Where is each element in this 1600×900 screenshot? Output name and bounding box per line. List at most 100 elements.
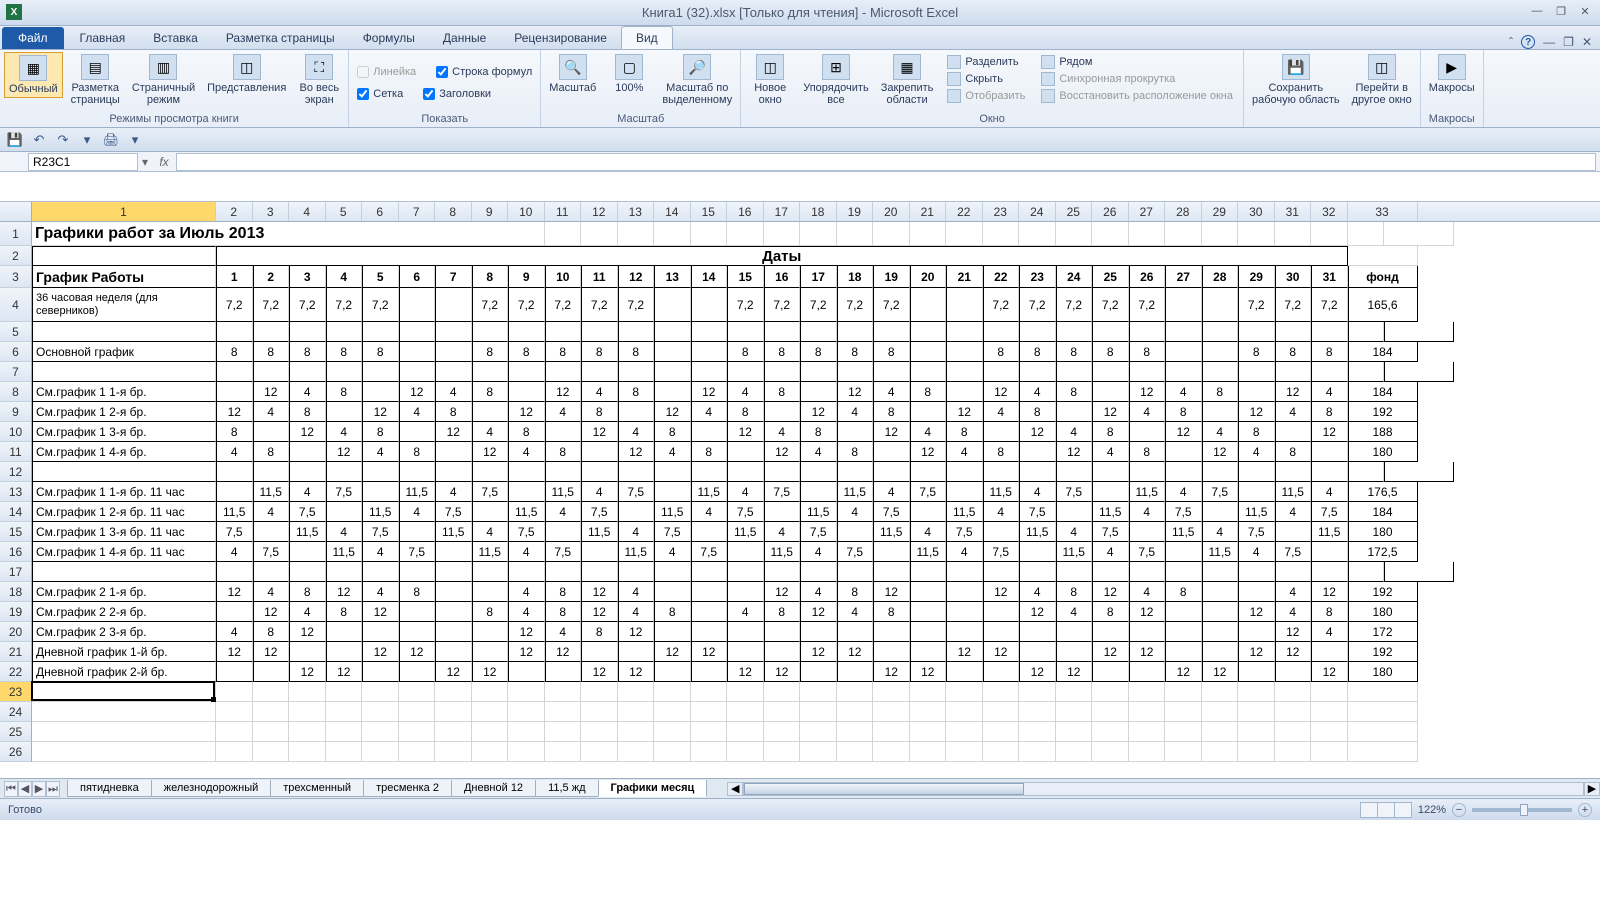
cell[interactable] [1092, 562, 1129, 582]
cell[interactable] [289, 642, 326, 662]
cell[interactable]: 7,2 [581, 288, 618, 322]
column-header[interactable]: 23 [983, 202, 1020, 221]
cell[interactable] [399, 622, 436, 642]
cell[interactable] [216, 382, 253, 402]
formula-bar-checkbox[interactable]: Строка формул [432, 64, 536, 80]
zoom-level[interactable]: 122% [1418, 804, 1446, 816]
cell[interactable]: 8 [1092, 342, 1129, 362]
cell[interactable] [618, 722, 655, 742]
cell[interactable] [1238, 482, 1275, 502]
cell[interactable]: Даты [216, 246, 1348, 266]
cell[interactable]: 12 [764, 662, 801, 682]
cell[interactable] [764, 742, 801, 762]
cell[interactable] [1019, 462, 1056, 482]
cell[interactable]: 12 [435, 422, 472, 442]
undo-icon[interactable]: ↶ [30, 131, 48, 149]
cell[interactable] [362, 322, 399, 342]
cell[interactable]: 12 [1092, 642, 1129, 662]
cell[interactable]: 8 [764, 602, 801, 622]
cell[interactable]: 4 [1165, 382, 1202, 402]
cell[interactable]: 4 [1311, 382, 1348, 402]
cell[interactable]: 12 [435, 662, 472, 682]
cell[interactable] [1275, 222, 1312, 246]
cell[interactable] [1019, 682, 1056, 702]
cell[interactable]: 8 [581, 342, 618, 362]
cell[interactable]: 11,5 [1275, 482, 1312, 502]
cell[interactable] [326, 362, 363, 382]
cell[interactable] [1275, 362, 1312, 382]
cell[interactable]: 176,5 [1348, 482, 1418, 502]
cell[interactable]: 4 [1311, 482, 1348, 502]
cell[interactable] [545, 662, 582, 682]
cell[interactable]: 7,5 [1311, 502, 1348, 522]
cell[interactable]: 4 [1238, 542, 1275, 562]
cell[interactable] [1202, 342, 1239, 362]
cell[interactable]: 12 [654, 402, 691, 422]
cell[interactable] [873, 642, 910, 662]
arrange-all-button[interactable]: ⊞Упорядочить все [799, 52, 872, 108]
cell[interactable] [435, 622, 472, 642]
cell[interactable]: 8 [545, 582, 582, 602]
cell[interactable]: 7,2 [727, 288, 764, 322]
row-header[interactable]: 20 [0, 622, 32, 642]
column-header[interactable]: 22 [946, 202, 983, 221]
cell[interactable] [727, 362, 764, 382]
freeze-panes-button[interactable]: ▦Закрепить области [877, 52, 938, 108]
workbook-minimize-icon[interactable]: — [1543, 35, 1555, 49]
cell[interactable]: 12 [764, 442, 801, 462]
cell[interactable] [691, 362, 728, 382]
cell[interactable]: 8 [1019, 402, 1056, 422]
cell[interactable]: 12 [1275, 622, 1312, 642]
cell[interactable]: 12 [618, 622, 655, 642]
cell[interactable]: 4 [362, 542, 399, 562]
cell[interactable] [910, 702, 947, 722]
workbook-restore-icon[interactable]: ❐ [1563, 35, 1574, 49]
cell[interactable] [1019, 702, 1056, 722]
cell[interactable]: 188 [1348, 422, 1418, 442]
cell[interactable] [1311, 222, 1348, 246]
cell[interactable] [983, 462, 1020, 482]
cell[interactable] [1165, 602, 1202, 622]
cell[interactable]: 7,5 [216, 522, 253, 542]
cell[interactable] [1092, 742, 1129, 762]
cell[interactable]: 8 [1092, 422, 1129, 442]
cell[interactable]: 12 [727, 662, 764, 682]
cell[interactable] [508, 462, 545, 482]
cell[interactable]: См.график 1 4-я бр. 11 час [32, 542, 216, 562]
cell[interactable] [399, 682, 436, 702]
cell[interactable] [1165, 742, 1202, 762]
cell[interactable] [435, 742, 472, 762]
cell[interactable]: 7,5 [837, 542, 874, 562]
switch-windows-button[interactable]: ◫Перейти в другое окно [1348, 52, 1416, 108]
cell[interactable] [545, 742, 582, 762]
tab-home[interactable]: Главная [66, 27, 140, 49]
cell[interactable] [435, 722, 472, 742]
cell[interactable] [289, 442, 326, 462]
cell[interactable] [1238, 742, 1275, 762]
cell[interactable]: 11,5 [946, 502, 983, 522]
cell[interactable]: 12 [581, 582, 618, 602]
row-header[interactable]: 9 [0, 402, 32, 422]
cell[interactable] [727, 722, 764, 742]
cell[interactable]: 4 [326, 266, 363, 288]
row-header[interactable]: 3 [0, 266, 32, 288]
cell[interactable] [983, 322, 1020, 342]
column-header[interactable]: 1 [32, 202, 216, 221]
cell[interactable]: 7,5 [508, 522, 545, 542]
cell[interactable]: 8 [1311, 402, 1348, 422]
row-header[interactable]: 11 [0, 442, 32, 462]
column-header[interactable]: 18 [800, 202, 837, 221]
cell[interactable]: 180 [1348, 662, 1418, 682]
cell[interactable] [1202, 582, 1239, 602]
cell[interactable] [946, 602, 983, 622]
row-header[interactable]: 2 [0, 246, 32, 266]
cell[interactable]: 8 [508, 342, 545, 362]
cell[interactable]: 12 [1202, 662, 1239, 682]
cell[interactable]: 12 [727, 422, 764, 442]
row-header[interactable]: 8 [0, 382, 32, 402]
cell[interactable]: 12 [472, 442, 509, 462]
cell[interactable] [1129, 682, 1166, 702]
cell[interactable]: 7,2 [1129, 288, 1166, 322]
cell[interactable]: 4 [800, 582, 837, 602]
cell[interactable]: 8 [1056, 382, 1093, 402]
